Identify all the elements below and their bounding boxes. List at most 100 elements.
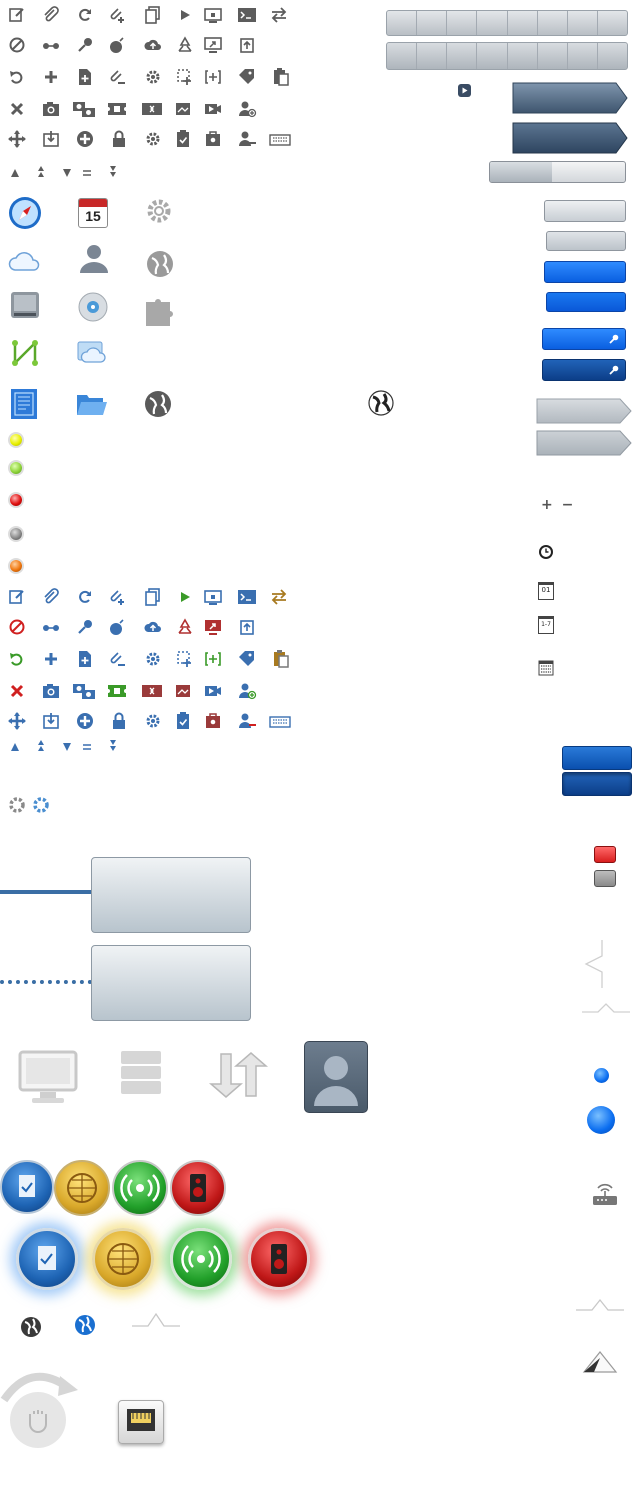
arrow-button-gray-pressed[interactable] <box>536 430 632 456</box>
copy-icon[interactable] <box>144 588 162 606</box>
remote-desktop-icon[interactable] <box>204 36 222 54</box>
block-icon[interactable] <box>8 36 26 54</box>
camera-group-icon[interactable] <box>72 100 96 118</box>
calendar-icon[interactable]: 15 <box>78 198 108 228</box>
attach-add-icon[interactable] <box>108 6 126 24</box>
arrow-button-slate[interactable] <box>512 82 628 114</box>
undo-icon[interactable] <box>8 650 26 668</box>
double-up-icon[interactable] <box>36 740 46 752</box>
film-icon[interactable] <box>142 100 162 118</box>
segment[interactable] <box>477 11 508 35</box>
play-icon[interactable] <box>176 6 194 24</box>
download-icon[interactable] <box>42 712 60 730</box>
segment[interactable] <box>477 43 508 69</box>
add-icon[interactable] <box>42 650 60 668</box>
mini-play-button[interactable] <box>458 84 471 97</box>
paste-icon[interactable] <box>272 68 290 86</box>
camera-icon[interactable] <box>42 100 60 118</box>
segment[interactable] <box>598 43 627 69</box>
tag-icon[interactable] <box>238 68 256 86</box>
node-panel[interactable] <box>91 945 251 1021</box>
puzzle-icon[interactable] <box>144 296 176 328</box>
globe-medal-active[interactable] <box>92 1228 154 1290</box>
user-remove-icon[interactable] <box>238 712 256 730</box>
cloud-upload-icon[interactable] <box>144 618 162 636</box>
connect-icon[interactable] <box>42 36 60 54</box>
blueprint-icon[interactable] <box>10 388 38 420</box>
cloud-upload-icon[interactable] <box>144 36 162 54</box>
speaker-medal-active[interactable] <box>248 1228 310 1290</box>
globe-icon[interactable] <box>146 250 174 278</box>
attachment-icon[interactable] <box>42 6 60 24</box>
paste-icon[interactable] <box>272 650 290 668</box>
segmented-control[interactable] <box>386 10 628 36</box>
month-calendar-icon[interactable] <box>538 660 554 676</box>
clipboard-check-icon[interactable] <box>174 130 192 148</box>
segmented-control[interactable] <box>386 42 628 70</box>
ticket-icon[interactable] <box>106 682 128 700</box>
clock-icon[interactable] <box>538 544 554 560</box>
segment[interactable] <box>447 11 478 35</box>
search-field-blue[interactable] <box>542 328 626 350</box>
add-circle-icon[interactable] <box>76 712 94 730</box>
user-add-icon[interactable] <box>238 682 257 700</box>
expand-icon[interactable] <box>204 68 222 86</box>
attach-remove-icon[interactable] <box>108 650 126 668</box>
segment[interactable] <box>568 11 598 35</box>
swap-icon[interactable] <box>270 6 288 24</box>
upload-icon[interactable] <box>238 618 256 636</box>
add-file-icon[interactable] <box>76 68 94 86</box>
expand-icon[interactable] <box>204 650 222 668</box>
video-icon[interactable] <box>204 682 222 700</box>
attachment-icon[interactable] <box>42 588 60 606</box>
clipboard-check-icon[interactable] <box>174 712 192 730</box>
globe-small-icon[interactable] <box>368 390 394 416</box>
add-file-icon[interactable] <box>76 650 94 668</box>
recycle-icon[interactable] <box>176 36 194 54</box>
globe-medal[interactable] <box>54 1160 110 1216</box>
blue-button-pressed[interactable] <box>546 292 626 312</box>
search-field-dark[interactable] <box>542 359 626 381</box>
add-circle-icon[interactable] <box>76 130 94 148</box>
segment[interactable] <box>538 11 568 35</box>
wifi-router-icon[interactable] <box>590 1178 620 1208</box>
segment[interactable] <box>598 11 627 35</box>
drag-handle[interactable] <box>10 1392 66 1448</box>
segment[interactable] <box>417 11 448 35</box>
keyboard-icon[interactable] <box>269 130 291 148</box>
tag-icon[interactable] <box>238 650 256 668</box>
ethernet-port-button[interactable] <box>118 1400 164 1444</box>
user-remove-icon[interactable] <box>238 130 256 148</box>
lock-icon[interactable] <box>110 712 128 730</box>
triangle-up-icon[interactable] <box>10 168 20 178</box>
delete-icon[interactable] <box>8 682 26 700</box>
node-panel[interactable] <box>91 857 251 933</box>
network-graph-icon[interactable] <box>10 338 40 368</box>
refresh-icon[interactable] <box>76 6 94 24</box>
gray-button[interactable] <box>544 200 626 222</box>
recycle-icon[interactable] <box>176 618 194 636</box>
undo-icon[interactable] <box>8 68 26 86</box>
gear-gray-icon[interactable] <box>8 796 26 814</box>
blue-button[interactable] <box>544 261 626 283</box>
briefcase-icon[interactable] <box>204 712 222 730</box>
double-up-icon[interactable] <box>36 166 46 178</box>
arrow-button-slate-pressed[interactable] <box>512 122 628 154</box>
gear-icon[interactable] <box>146 198 172 224</box>
segment[interactable] <box>508 43 538 69</box>
add-icon[interactable] <box>42 68 60 86</box>
terminal-icon[interactable] <box>238 588 256 606</box>
double-down-icon[interactable] <box>108 166 118 178</box>
download-icon[interactable] <box>42 130 60 148</box>
transfer-arrows-icon[interactable] <box>206 1052 269 1098</box>
clipboard-medal[interactable] <box>0 1160 54 1214</box>
lock-screen-icon[interactable] <box>204 6 222 24</box>
equals-icon[interactable] <box>82 743 92 751</box>
week-calendar-icon[interactable]: 1-7 <box>538 616 554 634</box>
triangle-up-icon[interactable] <box>10 742 20 752</box>
camera-icon[interactable] <box>42 682 60 700</box>
key-icon[interactable] <box>76 618 94 636</box>
triangle-down-icon[interactable] <box>62 742 72 752</box>
lock-screen-icon[interactable] <box>204 588 222 606</box>
settings-icon[interactable] <box>144 650 162 668</box>
